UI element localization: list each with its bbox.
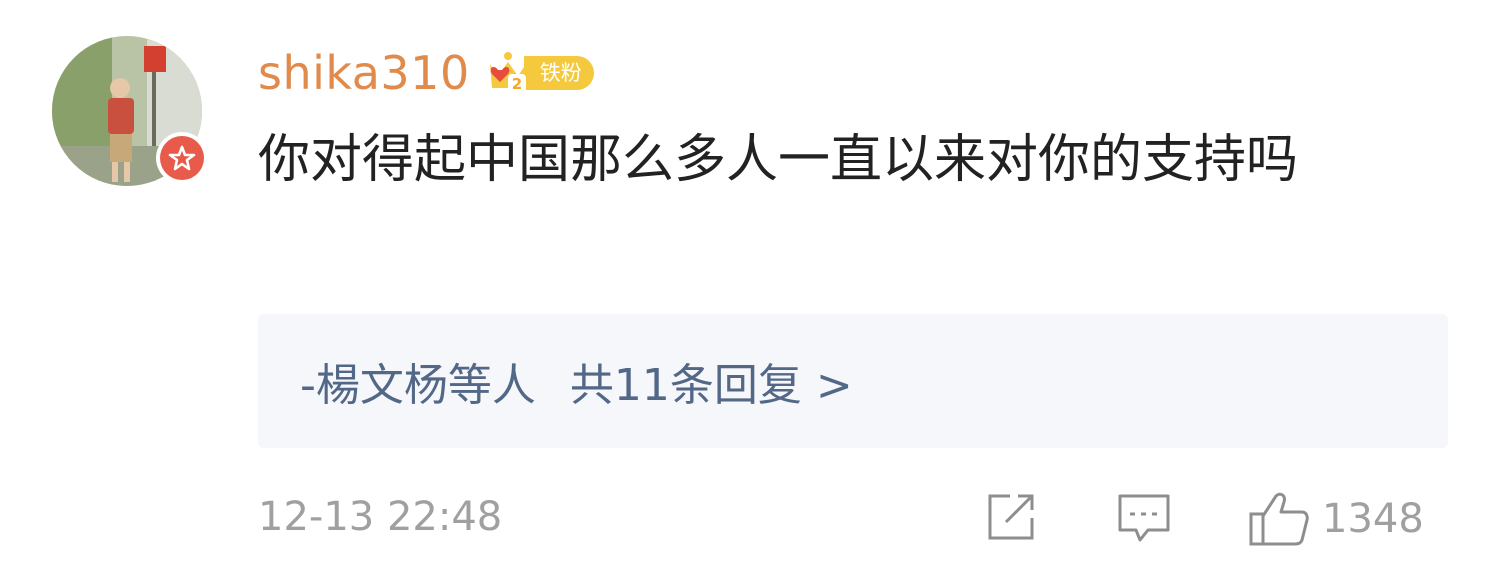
reply-button[interactable] — [1116, 490, 1172, 546]
replies-names: -楊文杨等人 — [300, 360, 536, 411]
timestamp: 12-13 22:48 — [258, 494, 503, 540]
like-button[interactable]: 1348 — [1248, 490, 1424, 548]
share-icon — [988, 494, 1034, 540]
replies-link[interactable]: -楊文杨等人 共11条回复 > — [300, 349, 853, 413]
comment-footer: 12-13 22:48 1348 — [258, 490, 1448, 550]
crown-icon: 2 — [484, 50, 532, 96]
replies-preview[interactable]: -楊文杨等人 共11条回复 > — [258, 314, 1448, 448]
username-link[interactable]: shika310 — [258, 46, 470, 100]
verified-badge — [156, 132, 208, 184]
like-count: 1348 — [1322, 496, 1424, 542]
verified-icon — [160, 136, 204, 180]
comment-icon — [1118, 494, 1170, 542]
like-icon — [1249, 492, 1309, 546]
comment-header: shika310 2 铁粉 — [258, 38, 594, 108]
fan-level: 2 — [512, 75, 522, 93]
user-avatar-container[interactable] — [52, 36, 208, 186]
share-button[interactable] — [984, 490, 1038, 544]
fan-badge[interactable]: 2 铁粉 — [484, 50, 594, 96]
replies-count[interactable]: 共11条回复 > — [570, 349, 853, 413]
comment-text: 你对得起中国那么多人一直以来对你的支持吗 — [258, 130, 1299, 190]
fan-badge-label: 铁粉 — [523, 56, 594, 90]
